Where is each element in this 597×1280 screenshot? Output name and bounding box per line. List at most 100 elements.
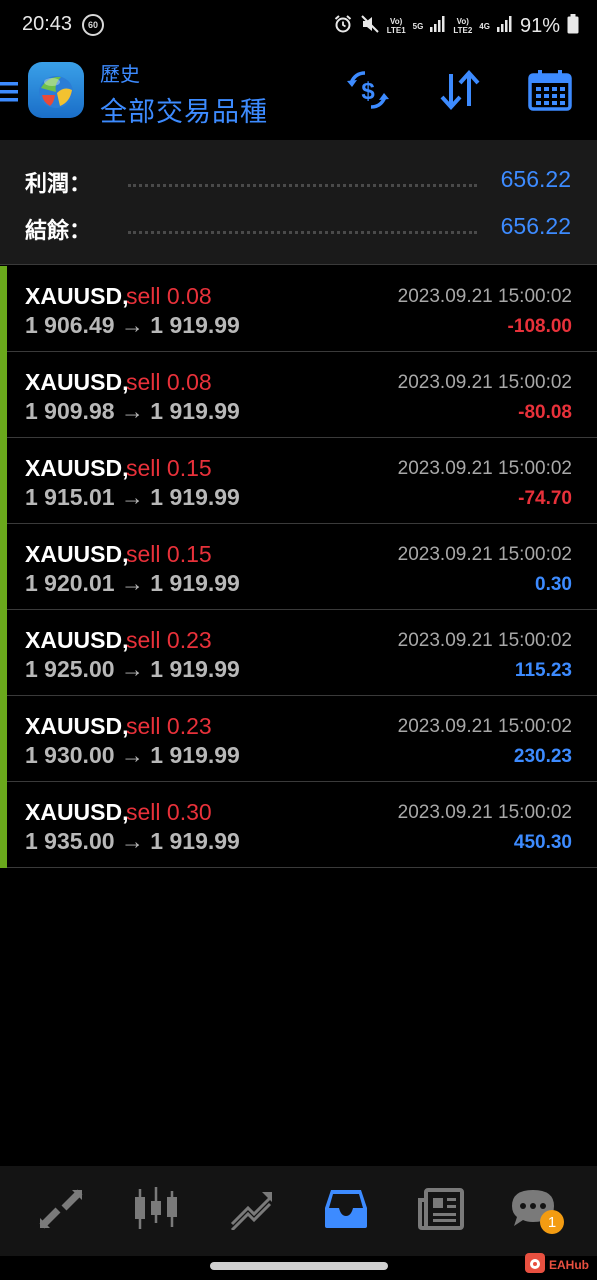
status-icons: Vo) LTE1 5G Vo) LTE2 4G 91% xyxy=(333,12,579,40)
sim1-network: Vo) LTE1 xyxy=(386,17,406,35)
trade-symbol: XAUUSD, xyxy=(25,799,129,825)
trade-profit: 0.30 xyxy=(535,574,572,595)
sim2-gen: 4G xyxy=(479,21,490,31)
trade-side: sell 0.23 xyxy=(126,713,212,739)
trade-symbol: XAUUSD, xyxy=(25,713,129,739)
trade-time: 2023.09.21 15:00:02 xyxy=(397,286,572,307)
dotted-leader xyxy=(128,231,477,234)
sort-button[interactable] xyxy=(436,68,484,116)
nav-history[interactable] xyxy=(321,1186,371,1236)
trade-side: sell 0.23 xyxy=(126,627,212,653)
battery-icon xyxy=(567,14,579,38)
balance-row: 結餘： 656.22 xyxy=(0,207,597,247)
page-title[interactable]: 全部交易品種 xyxy=(100,90,268,129)
dollar-refresh-button[interactable]: $ xyxy=(344,68,392,116)
sim1-gen: 5G xyxy=(412,21,424,31)
summary-panel: 利潤： 656.22 結餘： 656.22 xyxy=(0,140,597,265)
news-icon xyxy=(418,1188,464,1234)
messages-badge: 1 xyxy=(540,1210,564,1234)
profit-value: 656.22 xyxy=(500,166,571,192)
trade-prices: 1 930.00 → 1 919.99 xyxy=(25,742,240,768)
trade-prices: 1 909.98 → 1 919.99 xyxy=(25,398,240,424)
trade-indicator-bar xyxy=(0,438,7,524)
trade-symbol: XAUUSD, xyxy=(25,541,129,567)
trade-prices: 1 925.00 → 1 919.99 xyxy=(25,656,240,682)
trade-row[interactable]: XAUUSD, sell 0.23 1 925.00 → 1 919.99 20… xyxy=(0,610,597,696)
trade-row[interactable]: XAUUSD, sell 0.08 1 906.49 → 1 919.99 20… xyxy=(0,266,597,352)
status-bar: 20:43 60 Vo) LTE1 5G Vo) LTE2 4G 91% xyxy=(0,0,597,52)
nav-chart[interactable] xyxy=(131,1186,181,1236)
balance-label: 結餘： xyxy=(25,219,92,244)
trade-profit: 450.30 xyxy=(513,832,572,853)
dollar-refresh-icon: $ xyxy=(345,69,391,115)
svg-text:$: $ xyxy=(361,78,375,105)
trade-row[interactable]: XAUUSD, sell 0.23 1 930.00 → 1 919.99 20… xyxy=(0,696,597,782)
trade-profit: 115.23 xyxy=(514,660,572,681)
status-time: 20:43 xyxy=(22,13,73,35)
trade-symbol: XAUUSD, xyxy=(25,369,129,395)
trade-indicator-bar xyxy=(0,266,7,352)
trade-profit: 230.23 xyxy=(513,746,572,767)
sixty-fps-icon: 60 xyxy=(82,14,104,36)
trade-icon xyxy=(228,1188,274,1234)
trade-indicator-bar xyxy=(0,610,7,696)
trade-row[interactable]: XAUUSD, sell 0.30 1 935.00 → 1 919.99 20… xyxy=(0,782,597,868)
trade-time: 2023.09.21 15:00:02 xyxy=(397,802,572,823)
trade-side: sell 0.15 xyxy=(126,541,212,567)
trade-time: 2023.09.21 15:00:02 xyxy=(397,716,572,737)
trade-indicator-bar xyxy=(0,782,7,868)
trade-profit: -74.70 xyxy=(518,488,572,509)
trade-indicator-bar xyxy=(0,524,7,610)
trade-prices: 1 920.01 → 1 919.99 xyxy=(25,570,240,596)
trade-row[interactable]: XAUUSD, sell 0.15 1 920.01 → 1 919.99 20… xyxy=(0,524,597,610)
trade-row[interactable]: XAUUSD, sell 0.08 1 909.98 → 1 919.99 20… xyxy=(0,352,597,438)
trade-prices: 1 935.00 → 1 919.99 xyxy=(25,828,240,854)
trade-profit: -80.08 xyxy=(518,402,572,423)
trade-time: 2023.09.21 15:00:02 xyxy=(397,544,572,565)
sim2-network: Vo) LTE2 xyxy=(453,17,473,35)
quotes-icon xyxy=(38,1188,84,1234)
nav-messages[interactable]: 1 xyxy=(508,1186,564,1236)
signal-icon xyxy=(496,16,513,36)
trade-list: XAUUSD, sell 0.08 1 906.49 → 1 919.99 20… xyxy=(0,266,597,868)
menu-icon[interactable] xyxy=(0,80,18,104)
trade-side: sell 0.08 xyxy=(126,283,212,309)
trade-prices: 1 915.01 → 1 919.99 xyxy=(25,484,240,510)
history-icon xyxy=(323,1188,369,1234)
sort-icon xyxy=(439,70,481,114)
chart-icon xyxy=(132,1187,180,1235)
app-header: 歷史 全部交易品種 $ xyxy=(0,52,597,138)
watermark: EAHub xyxy=(525,1253,589,1277)
trade-symbol: XAUUSD, xyxy=(25,283,129,309)
trade-prices: 1 906.49 → 1 919.99 xyxy=(25,312,240,338)
bottom-navigation: 1 xyxy=(0,1166,597,1256)
nav-trade[interactable] xyxy=(226,1186,276,1236)
signal-icon xyxy=(430,16,446,36)
trade-row[interactable]: XAUUSD, sell 0.15 1 915.01 → 1 919.99 20… xyxy=(0,438,597,524)
mute-icon xyxy=(360,14,380,38)
trade-time: 2023.09.21 15:00:02 xyxy=(397,372,572,393)
profit-row: 利潤： 656.22 xyxy=(0,160,597,200)
trade-side: sell 0.08 xyxy=(126,369,212,395)
trade-side: sell 0.15 xyxy=(126,455,212,481)
trade-indicator-bar xyxy=(0,352,7,438)
calendar-icon xyxy=(528,69,572,115)
balance-value: 656.22 xyxy=(500,213,571,239)
nav-news[interactable] xyxy=(416,1186,466,1236)
profit-label: 利潤： xyxy=(25,172,92,197)
trade-side: sell 0.30 xyxy=(126,799,212,825)
trade-symbol: XAUUSD, xyxy=(25,627,129,653)
eahub-logo-icon xyxy=(525,1253,545,1277)
page-subtitle: 歷史 xyxy=(100,62,140,86)
nav-quotes[interactable] xyxy=(36,1186,86,1236)
watermark-text: EAHub xyxy=(549,1258,589,1272)
trade-indicator-bar xyxy=(0,696,7,782)
trade-profit: -108.00 xyxy=(507,316,572,337)
trade-symbol: XAUUSD, xyxy=(25,455,129,481)
trade-time: 2023.09.21 15:00:02 xyxy=(397,630,572,651)
home-indicator[interactable] xyxy=(210,1262,388,1270)
app-logo[interactable] xyxy=(28,62,84,118)
calendar-button[interactable] xyxy=(526,68,574,116)
dotted-leader xyxy=(128,184,477,187)
alarm-icon xyxy=(333,14,353,38)
